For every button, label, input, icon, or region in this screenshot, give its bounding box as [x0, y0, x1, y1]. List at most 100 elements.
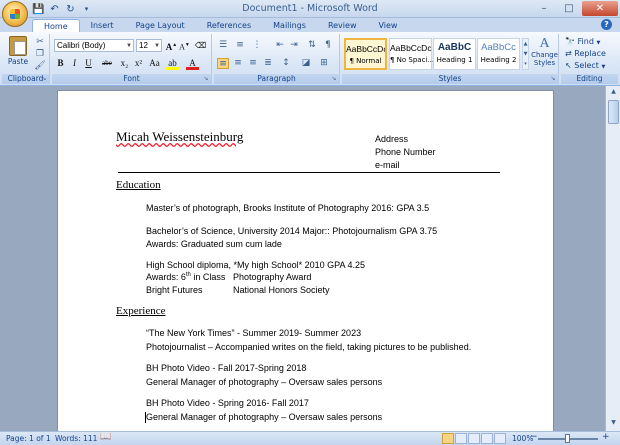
chevron-down-icon: ▼ [126, 43, 132, 49]
align-right-icon[interactable]: ≡ [247, 58, 259, 69]
experience-1-employer: “The New York Times” - Summer [146, 328, 280, 338]
select-button[interactable]: ↖ Select ▼ [565, 61, 605, 70]
change-case-button[interactable]: Aa [147, 57, 162, 70]
binoculars-icon: 🔭 [565, 37, 575, 46]
draft-view-icon[interactable] [494, 433, 506, 444]
document-page[interactable]: Micah Weissensteinburg Address Phone Num… [57, 90, 554, 431]
bold-button[interactable]: B [54, 57, 67, 70]
window-title: Document1 - Microsoft Word [242, 3, 378, 14]
clipboard-launcher-icon[interactable]: ↘ [40, 75, 48, 83]
multilevel-list-icon[interactable]: ⋮ [251, 40, 263, 51]
tab-mailings[interactable]: Mailings [262, 19, 317, 32]
font-size-select[interactable]: 12 ▼ [136, 39, 162, 52]
tab-view[interactable]: View [367, 19, 408, 32]
clipboard-icon [9, 36, 27, 56]
editing-group: 🔭 Find ▼ ⇄ Replace ↖ Select ▼ Editing [561, 34, 618, 84]
award-photography: Photography Award [233, 272, 312, 282]
change-styles-label: Change Styles [531, 51, 558, 67]
contact-phone: Phone Number [375, 147, 436, 157]
style-no-spacing-sample: AaBbCcDc [390, 43, 431, 53]
awards-label: Awards: [146, 272, 179, 282]
change-styles-button[interactable]: A Change Styles [531, 36, 558, 74]
replace-button[interactable]: ⇄ Replace [565, 49, 606, 58]
style-heading-1[interactable]: AaBbC Heading 1 [433, 38, 476, 70]
clear-formatting-icon[interactable]: ⌫ [194, 39, 207, 52]
find-button[interactable]: 🔭 Find ▼ [565, 37, 600, 46]
experience-1-dates: 2019- Summer 2023 [279, 328, 362, 338]
italic-button[interactable]: I [68, 57, 81, 70]
show-formatting-icon[interactable]: ¶ [322, 40, 334, 51]
styles-group: AaBbCcDc ¶ Normal AaBbCcDc ¶ No Spaci...… [342, 34, 559, 84]
numbering-icon[interactable]: ≡ [234, 40, 246, 51]
office-button[interactable] [2, 1, 28, 27]
sort-icon[interactable]: ⇅ [306, 40, 318, 51]
scroll-up-icon[interactable]: ▲ [608, 88, 619, 98]
style-normal[interactable]: AaBbCcDc ¶ Normal [344, 38, 387, 70]
justify-icon[interactable]: ≣ [262, 58, 274, 69]
change-styles-icon: A [539, 36, 550, 51]
zoom-in-icon[interactable]: + [602, 432, 610, 442]
highlight-icon[interactable]: ab [166, 57, 179, 70]
shrink-font-icon[interactable]: A▼ [178, 39, 191, 52]
zoom-slider-handle[interactable] [565, 434, 570, 443]
replace-icon: ⇄ [565, 49, 572, 58]
font-color-button[interactable]: A [186, 57, 199, 70]
paragraph-launcher-icon[interactable]: ↘ [330, 75, 338, 83]
cursor-icon: ↖ [565, 61, 572, 70]
zoom-out-icon[interactable]: − [530, 432, 538, 442]
word-count[interactable]: Words: 111 [55, 434, 97, 443]
align-center-icon[interactable]: ≡ [232, 58, 244, 69]
shading-icon[interactable]: ◪ [300, 58, 312, 69]
chevron-down-icon: ▼ [601, 64, 606, 70]
print-layout-view-icon[interactable] [442, 433, 454, 444]
bullets-icon[interactable]: ☰ [217, 40, 229, 51]
style-no-spacing[interactable]: AaBbCcDc ¶ No Spaci... [389, 38, 434, 70]
tab-insert[interactable]: Insert [80, 19, 125, 32]
awards-value: Graduated sum cum lade [178, 239, 282, 249]
format-painter-icon[interactable]: 🖌 [34, 61, 46, 72]
header-rule [118, 172, 500, 173]
paragraph-group-label: Paragraph [214, 74, 339, 84]
paste-button[interactable]: Paste [6, 36, 30, 72]
borders-icon[interactable]: ⊞ [318, 58, 330, 69]
chevron-down-icon: ▼ [596, 40, 601, 46]
education-heading: Education [116, 179, 161, 191]
editing-group-label: Editing [561, 74, 618, 84]
style-heading-2[interactable]: AaBbCc Heading 2 [477, 38, 520, 70]
scroll-thumb[interactable] [608, 100, 619, 124]
cut-icon[interactable]: ✂ [34, 37, 46, 48]
proofing-icon[interactable]: 📖 [100, 432, 111, 442]
web-layout-view-icon[interactable] [468, 433, 480, 444]
help-icon[interactable]: ? [601, 19, 612, 30]
grow-font-icon[interactable]: A▲ [165, 39, 178, 52]
tab-home[interactable]: Home [32, 19, 80, 32]
maximize-button[interactable]: □ [557, 1, 581, 16]
strikethrough-button[interactable]: abe [98, 57, 116, 70]
page-count[interactable]: Page: 1 of 1 [6, 434, 51, 443]
font-family-select[interactable]: Calibri (Body) ▼ [54, 39, 134, 52]
subscript-button[interactable]: x₂ [118, 57, 131, 70]
ribbon: Paste ✂ ❐ 🖌 Clipboard ↘ Calibri (Body) ▼… [0, 32, 620, 86]
resume-name-text: Micah Weissensteinburg [116, 129, 244, 144]
superscript-button[interactable]: x² [132, 57, 145, 70]
tab-page-layout[interactable]: Page Layout [125, 19, 196, 32]
line-spacing-icon[interactable]: ↕ [280, 58, 292, 69]
font-launcher-icon[interactable]: ↘ [202, 75, 210, 83]
copy-icon[interactable]: ❐ [34, 49, 46, 60]
vertical-scrollbar[interactable]: ▲ ▼ [605, 86, 620, 431]
decrease-indent-icon[interactable]: ⇤ [274, 40, 286, 51]
styles-scroll[interactable]: ▲ ▼ ▾ [522, 38, 529, 70]
tab-references[interactable]: References [196, 19, 262, 32]
full-screen-reading-view-icon[interactable] [455, 433, 467, 444]
tab-review[interactable]: Review [317, 19, 368, 32]
outline-view-icon[interactable] [481, 433, 493, 444]
minimize-button[interactable]: – [532, 1, 556, 16]
styles-launcher-icon[interactable]: ↘ [549, 75, 557, 83]
underline-button[interactable]: U [82, 57, 95, 70]
align-left-icon[interactable]: ≡ [217, 58, 229, 69]
title-bar: 💾 ↶ ↻ ▾ Document1 - Microsoft Word – □ ✕ [0, 0, 620, 27]
style-heading-2-name: Heading 2 [480, 56, 517, 64]
increase-indent-icon[interactable]: ⇥ [288, 40, 300, 51]
scroll-down-icon[interactable]: ▼ [608, 419, 619, 429]
close-button[interactable]: ✕ [582, 1, 618, 16]
